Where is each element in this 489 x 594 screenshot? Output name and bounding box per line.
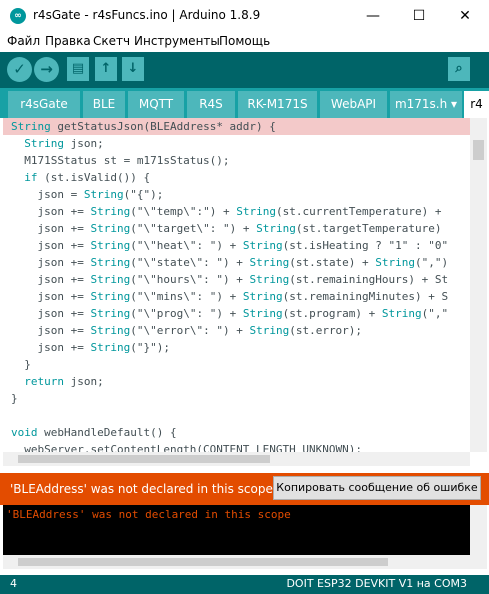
code-line: json += String("\"hours\": ") + String(s… [11, 273, 449, 286]
error-message: 'BLEAddress' was not declared in this sc… [10, 482, 273, 496]
tab-ble[interactable]: BLE [83, 91, 125, 118]
editor-vertical-scrollbar[interactable] [470, 118, 487, 452]
new-sketch-button[interactable]: ▤ [67, 57, 89, 81]
code-line: json += String("\"target\": ") + String(… [11, 222, 442, 235]
tab-r4sfuncs[interactable]: r4 [464, 91, 489, 118]
window-title: r4sGate - r4sFuncs.ino | Arduino 1.8.9 [33, 8, 261, 22]
code-line: String getStatusJson(BLEAddress* addr) { [11, 120, 276, 133]
upload-button[interactable]: → [34, 57, 59, 82]
editor-vertical-scroll-thumb[interactable] [473, 140, 484, 160]
menu-tools[interactable]: Инструменты [134, 34, 220, 48]
tab-r4s[interactable]: R4S [187, 91, 235, 118]
tab-rk-m171s[interactable]: RK-M171S [238, 91, 317, 118]
code-line: json += String("\"prog\": ") + String(st… [11, 307, 449, 320]
copy-error-button[interactable]: Копировать сообщение об ошибке [273, 476, 481, 500]
tab-m171s-h[interactable]: m171s.h ▾ [390, 91, 462, 118]
tab-mqtt[interactable]: MQTT [128, 91, 184, 118]
verify-button[interactable]: ✓ [7, 57, 32, 82]
code-line: json += String("}"); [11, 341, 170, 354]
tab-bar: r4sGate BLE MQTT R4S RK-M171S WebAPI m17… [0, 88, 489, 118]
code-line: } [11, 392, 18, 405]
close-button[interactable]: ✕ [442, 0, 488, 32]
code-line: String json; [24, 137, 104, 150]
title-bar: ∞ r4sGate - r4sFuncs.ino | Arduino 1.8.9… [0, 0, 489, 32]
code-line: if (st.isValid()) { [24, 171, 151, 184]
console-vertical-scrollbar[interactable] [470, 505, 487, 555]
code-line: M171SStatus st = m171sStatus(); [11, 154, 230, 167]
code-line: json += String("\"temp\":") + String(st.… [11, 205, 442, 218]
menu-bar: Файл Правка Скетч Инструменты Помощь [0, 32, 489, 52]
footer-status-bar: 4 DOIT ESP32 DEVKIT V1 на COM3 [0, 575, 489, 594]
console-horizontal-scroll-thumb[interactable] [18, 558, 388, 566]
code-line: json += String("\"state\": ") + String(s… [11, 256, 449, 269]
menu-file[interactable]: Файл [7, 34, 40, 48]
editor-horizontal-scroll-thumb[interactable] [18, 455, 270, 463]
code-line: void webHandleDefault() { [11, 426, 177, 439]
tab-webapi[interactable]: WebAPI [320, 91, 387, 118]
arduino-logo-icon: ∞ [10, 8, 26, 24]
console-error-text: 'BLEAddress' was not declared in this sc… [6, 508, 291, 521]
code-line: json += String("\"error\": ") + String(s… [11, 324, 363, 337]
open-button[interactable]: ↑ [95, 57, 117, 81]
serial-monitor-button[interactable]: ⌕ [448, 57, 470, 81]
menu-help[interactable]: Помощь [219, 34, 270, 48]
code-editor[interactable]: String getStatusJson(BLEAddress* addr) {… [3, 118, 470, 452]
code-line: json += String("\"heat\": ") + String(st… [11, 239, 449, 252]
code-line: return json; [24, 375, 104, 388]
code-line: json += String("\"mins\": ") + String(st… [11, 290, 449, 303]
toolbar: ✓ → ▤ ↑ ↓ ⌕ [0, 52, 489, 88]
code-line: json = String("{"); [11, 188, 164, 201]
maximize-button[interactable]: ☐ [396, 0, 442, 32]
board-info: DOIT ESP32 DEVKIT V1 на COM3 [286, 577, 467, 590]
menu-sketch[interactable]: Скетч [93, 34, 130, 48]
minimize-button[interactable]: — [350, 0, 396, 32]
code-line: webServer.setContentLength(CONTENT_LENGT… [11, 443, 362, 452]
save-button[interactable]: ↓ [122, 57, 144, 81]
code-line: } [11, 358, 31, 371]
line-number: 4 [10, 577, 17, 590]
tab-r4sgate[interactable]: r4sGate [8, 91, 80, 118]
menu-edit[interactable]: Правка [45, 34, 91, 48]
